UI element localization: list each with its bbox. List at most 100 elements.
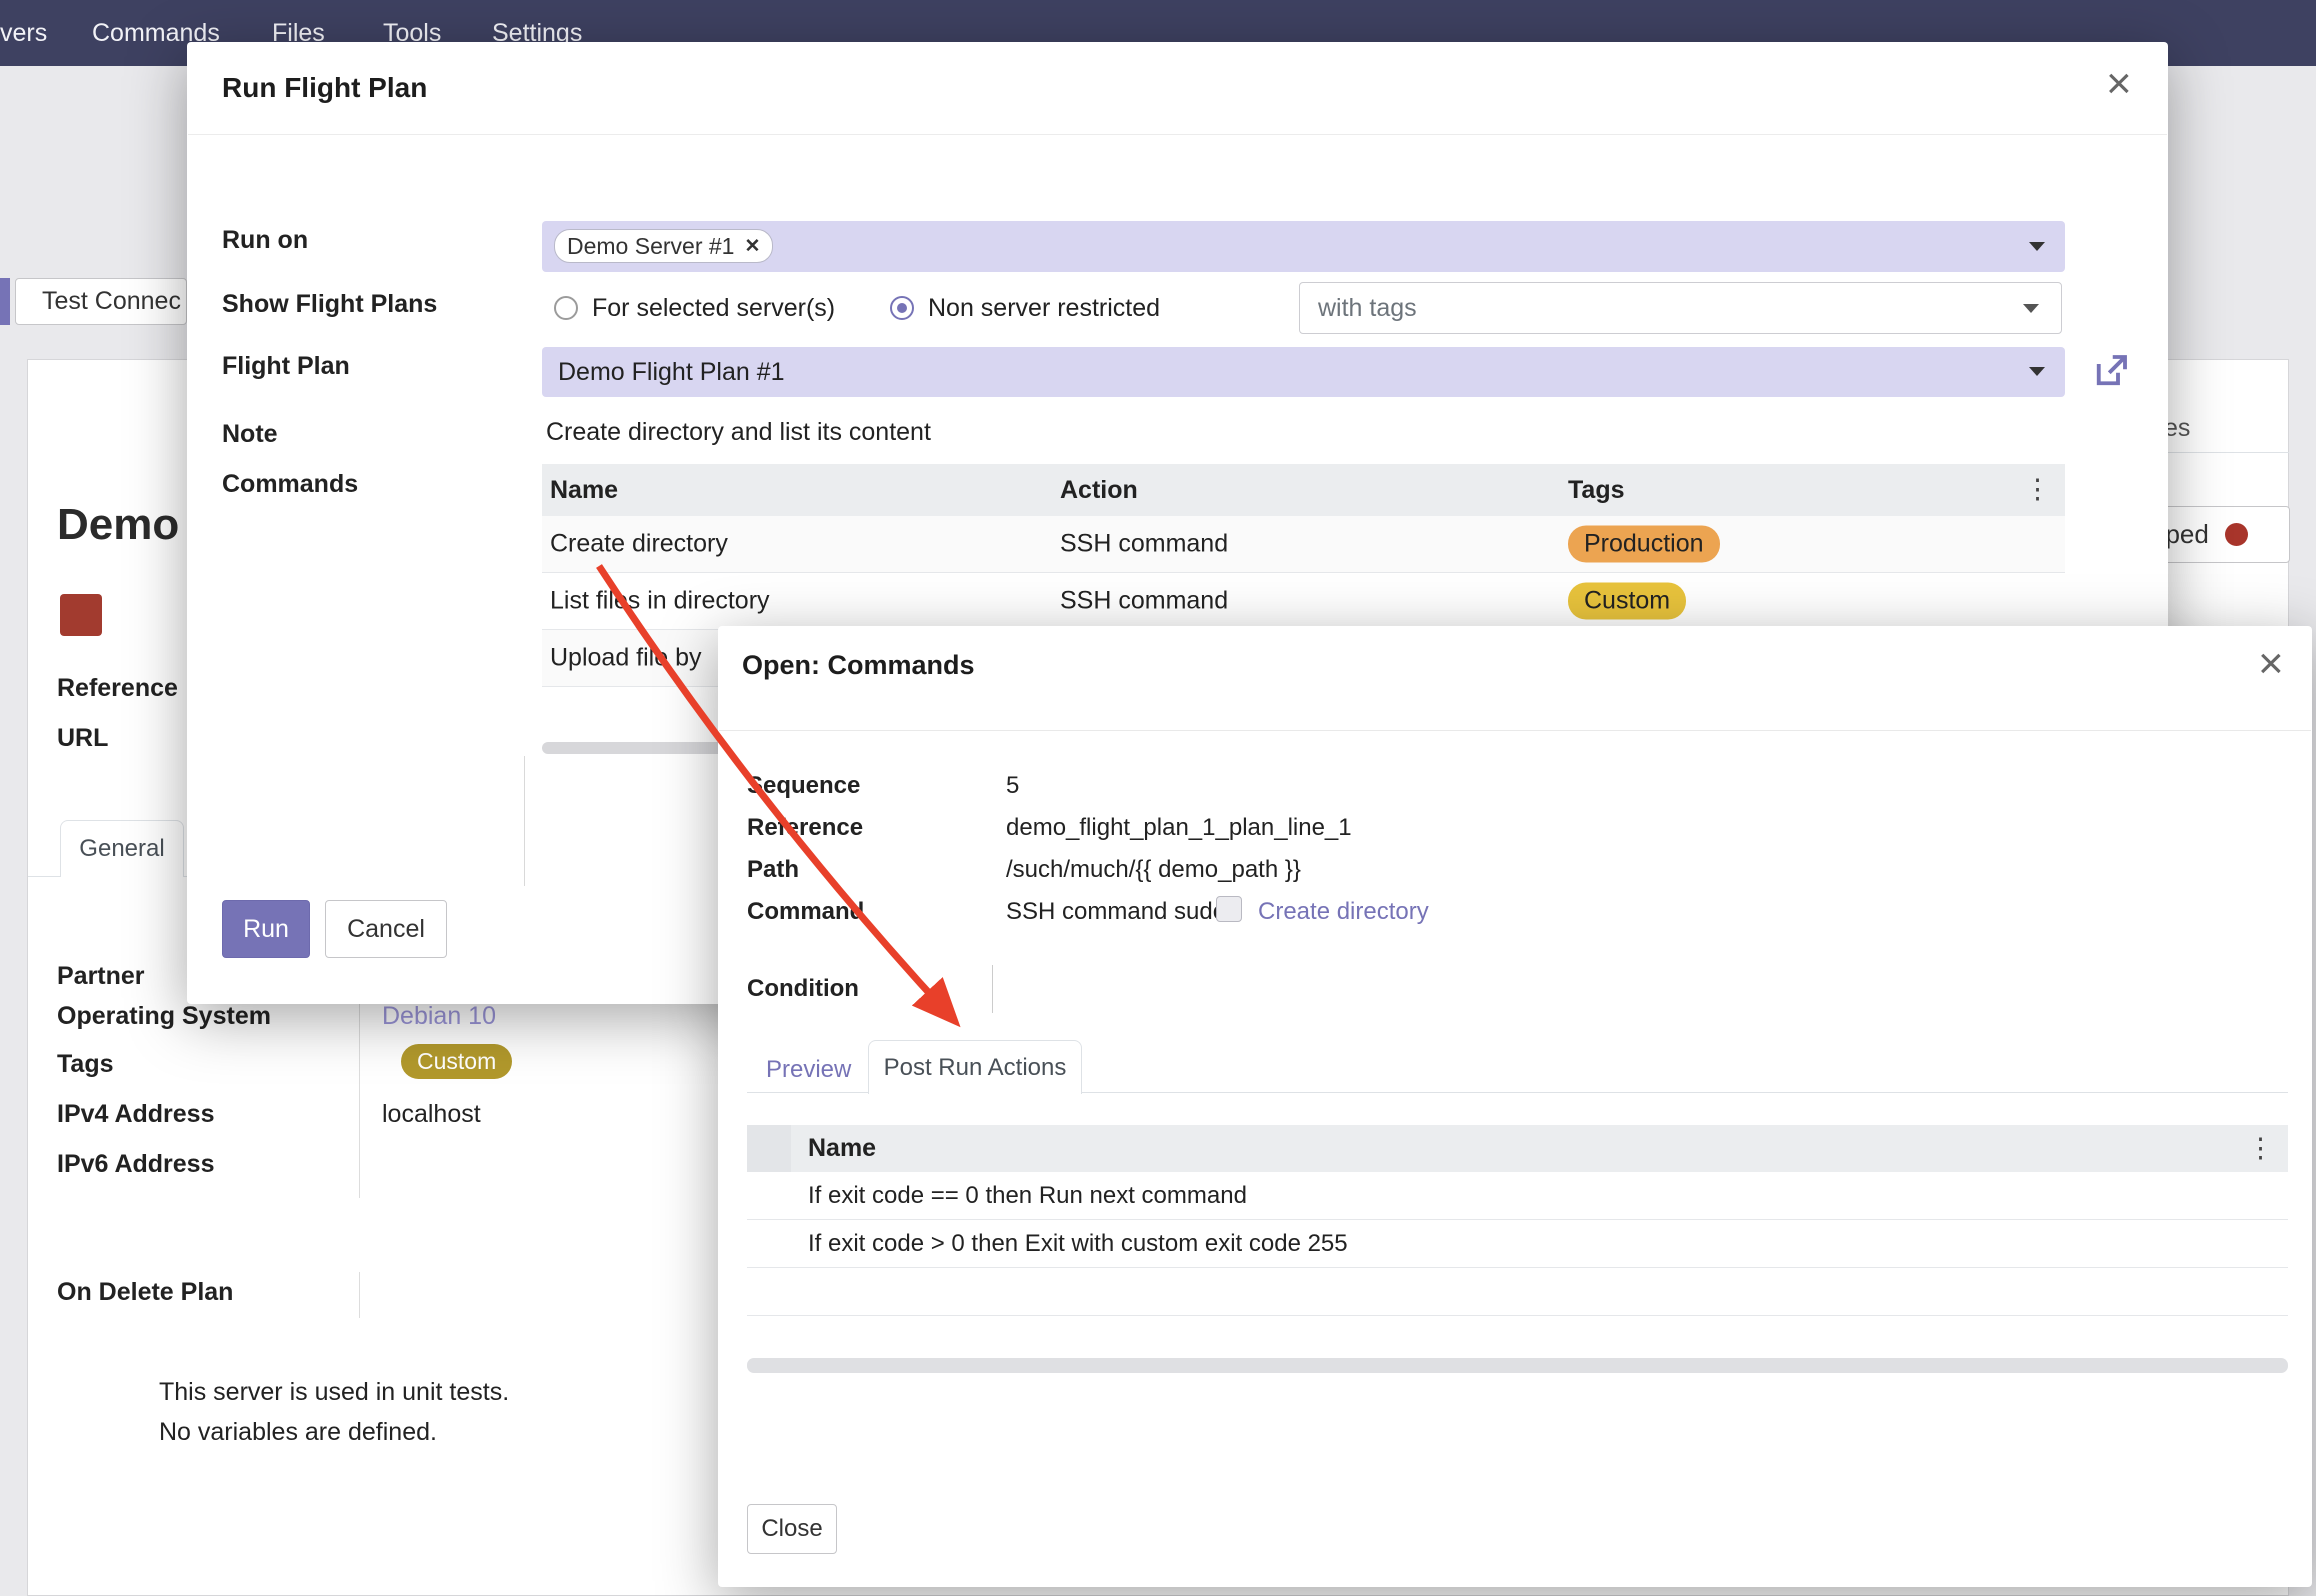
run-on-servers-input[interactable]: Demo Server #1 ✕ xyxy=(542,221,2065,272)
plan-description: Create directory and list its content xyxy=(546,418,931,447)
with-tags-caret-icon[interactable] xyxy=(2023,304,2039,313)
cancel-button[interactable]: Cancel xyxy=(325,900,447,958)
with-tags-select[interactable]: with tags xyxy=(1299,282,2062,334)
commands-modal-header-divider xyxy=(719,730,2311,731)
tab-preview[interactable]: Preview xyxy=(766,1056,851,1084)
server-tag-pill: Demo Server #1 ✕ xyxy=(554,229,773,263)
sequence-label: Sequence xyxy=(747,772,860,800)
table-row[interactable]: Create directory SSH command Production xyxy=(542,516,2065,573)
post-run-column-options-icon[interactable]: ⋮ xyxy=(2247,1133,2274,1164)
commands-table-header: Name Action Tags ⋮ xyxy=(542,464,2065,516)
create-directory-link[interactable]: Create directory xyxy=(1258,898,1429,926)
radio-for-selected-servers[interactable] xyxy=(554,296,578,320)
ipv4-value: localhost xyxy=(382,1100,481,1129)
col-tags-header[interactable]: Tags xyxy=(1568,476,1625,505)
flight-plan-value: Demo Flight Plan #1 xyxy=(542,358,785,387)
tags-badge-label: Custom xyxy=(417,1048,496,1075)
external-link-icon[interactable] xyxy=(2090,350,2132,392)
sheet-edge-line xyxy=(524,756,525,886)
radio-for-selected-servers-label[interactable]: For selected server(s) xyxy=(592,294,835,323)
partner-label: Partner xyxy=(57,962,145,991)
radio-non-server-restricted[interactable] xyxy=(890,296,914,320)
server-heading: Demo xyxy=(57,500,179,550)
server-tag-label: Demo Server #1 xyxy=(567,233,734,260)
run-modal-close-icon[interactable]: × xyxy=(2106,64,2132,104)
unit-test-note-line1: This server is used in unit tests. xyxy=(159,1378,509,1407)
tab-post-run-actions[interactable]: Post Run Actions xyxy=(868,1040,1082,1094)
radio-non-server-restricted-label[interactable]: Non server restricted xyxy=(928,294,1160,323)
col-name-header[interactable]: Name xyxy=(550,476,618,505)
cancel-button-label: Cancel xyxy=(347,915,425,944)
primary-button-fragment[interactable] xyxy=(0,278,10,325)
row-handle-column xyxy=(747,1125,791,1172)
reference-field-label: Reference xyxy=(747,814,863,842)
command-value: SSH command sudo xyxy=(1006,898,1226,926)
row-action: SSH command xyxy=(1060,587,1228,616)
tags-badge-custom: Custom xyxy=(401,1044,512,1079)
run-button-label: Run xyxy=(243,915,289,944)
post-run-row-name: If exit code == 0 then Run next command xyxy=(808,1182,1247,1210)
commands-modal-close-icon[interactable]: × xyxy=(2258,644,2284,684)
test-connection-label: Test Connec xyxy=(42,287,181,316)
run-modal-header-divider xyxy=(188,134,2167,135)
server-tag-remove-icon[interactable]: ✕ xyxy=(744,235,760,258)
url-label: URL xyxy=(57,724,108,753)
unit-test-note-line2: No variables are defined. xyxy=(159,1418,437,1447)
post-run-row[interactable]: If exit code == 0 then Run next command xyxy=(747,1172,2288,1220)
server-color-square[interactable] xyxy=(60,594,102,636)
post-run-table-scrollbar[interactable] xyxy=(747,1358,2288,1373)
row-name: Create directory xyxy=(550,530,728,559)
path-label: Path xyxy=(747,856,799,884)
row-tag-badge: Production xyxy=(1568,526,1720,563)
on-delete-plan-label: On Delete Plan xyxy=(57,1278,233,1307)
ipv6-label: IPv6 Address xyxy=(57,1150,214,1179)
run-button[interactable]: Run xyxy=(222,900,310,958)
flight-plan-select[interactable]: Demo Flight Plan #1 xyxy=(542,347,2065,397)
commands-label: Commands xyxy=(222,470,358,499)
condition-separator-line xyxy=(992,965,993,1013)
close-button-label: Close xyxy=(761,1515,822,1543)
post-run-col-name-header[interactable]: Name xyxy=(808,1134,876,1163)
column-options-icon[interactable]: ⋮ xyxy=(2024,474,2051,505)
condition-label: Condition xyxy=(747,975,859,1003)
create-directory-checkbox[interactable] xyxy=(1216,896,1242,922)
os-label: Operating System xyxy=(57,1002,271,1031)
flight-plan-label: Flight Plan xyxy=(222,352,350,381)
tab-post-run-actions-label: Post Run Actions xyxy=(884,1054,1067,1082)
sequence-value: 5 xyxy=(1006,772,1019,800)
row-name: Upload file by xyxy=(550,644,701,673)
path-value: /such/much/{{ demo_path }} xyxy=(1006,856,1301,884)
post-run-table-header: Name ⋮ xyxy=(747,1125,2288,1172)
reference-field-value: demo_flight_plan_1_plan_line_1 xyxy=(1006,814,1352,842)
tab-general[interactable]: General xyxy=(60,820,184,877)
tab-fragment-underline xyxy=(2168,452,2289,453)
post-run-row-empty xyxy=(747,1268,2288,1316)
tags-label: Tags xyxy=(57,1050,114,1079)
flight-plan-caret-icon[interactable] xyxy=(2029,367,2045,376)
with-tags-value: with tags xyxy=(1300,294,1417,323)
tab-general-label: General xyxy=(79,835,164,863)
run-modal-title: Run Flight Plan xyxy=(222,72,427,104)
open-commands-modal xyxy=(718,626,2312,1587)
show-flight-plans-label: Show Flight Plans xyxy=(222,290,437,319)
row-name: List files in directory xyxy=(550,587,770,616)
post-run-row-name: If exit code > 0 then Exit with custom e… xyxy=(808,1230,1348,1258)
run-on-label: Run on xyxy=(222,226,308,255)
post-run-row[interactable]: If exit code > 0 then Exit with custom e… xyxy=(747,1220,2288,1268)
note-label: Note xyxy=(222,420,278,449)
status-stopped-dot-icon xyxy=(2225,523,2248,546)
nav-item-servers[interactable]: vers xyxy=(0,0,47,66)
field-separator-line-2 xyxy=(359,1272,360,1318)
ipv4-label: IPv4 Address xyxy=(57,1100,214,1129)
screen: vers Commands Files Tools Settings Test … xyxy=(0,0,2316,1596)
test-connection-button[interactable]: Test Connec xyxy=(15,278,187,325)
row-action: SSH command xyxy=(1060,530,1228,559)
command-label: Command xyxy=(747,898,864,926)
reference-label: Reference xyxy=(57,674,178,703)
row-tag-badge: Custom xyxy=(1568,583,1686,620)
close-button[interactable]: Close xyxy=(747,1504,837,1554)
os-value: Debian 10 xyxy=(382,1002,496,1031)
col-action-header[interactable]: Action xyxy=(1060,476,1138,505)
run-on-caret-icon[interactable] xyxy=(2029,242,2045,251)
table-row[interactable]: List files in directory SSH command Cust… xyxy=(542,573,2065,630)
